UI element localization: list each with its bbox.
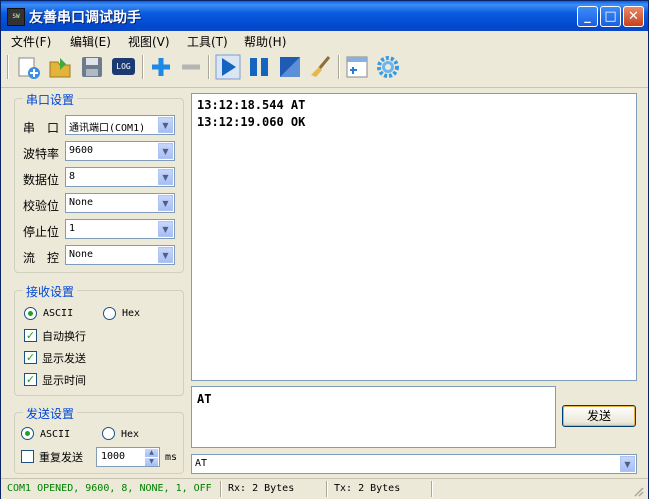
stop-icon[interactable]: [277, 54, 303, 80]
toolbar-separator: [338, 55, 340, 79]
auto-wrap-label: 自动换行: [42, 330, 86, 343]
port-label: 串 口: [23, 121, 60, 135]
status-divider: [220, 481, 222, 497]
stopbits-value: 1: [69, 223, 76, 234]
repeat-send-checkbox[interactable]: [21, 450, 34, 463]
menu-bar: 文件(F) 编辑(E) 视图(V) 工具(T) 帮助(H): [1, 31, 648, 49]
port-select[interactable]: 通讯端口(COM1) ▼: [65, 115, 175, 135]
status-divider: [431, 481, 433, 497]
interval-value: 1000: [101, 451, 126, 462]
send-textarea[interactable]: AT: [191, 386, 556, 448]
plus-icon[interactable]: [148, 54, 174, 80]
minus-icon[interactable]: [178, 54, 204, 80]
rx-hex-radio[interactable]: [103, 307, 116, 320]
minimize-button[interactable]: _: [577, 6, 598, 27]
tx-hex-label: Hex: [121, 429, 140, 440]
parity-select[interactable]: None ▼: [65, 193, 175, 213]
close-button[interactable]: ✕: [623, 6, 644, 27]
chevron-down-icon[interactable]: ▼: [158, 143, 173, 159]
receive-line: 13:12:19.060 OK: [197, 115, 306, 129]
toolbar-grip: [7, 55, 9, 79]
auto-wrap-checkbox[interactable]: ✓: [24, 329, 37, 342]
baud-select[interactable]: 9600 ▼: [65, 141, 175, 161]
receive-settings-title: 接收设置: [23, 283, 78, 300]
chevron-down-icon[interactable]: ▼: [620, 456, 635, 472]
stopbits-select[interactable]: 1 ▼: [65, 219, 175, 239]
tx-count: Tx: 2 Bytes: [334, 483, 401, 494]
save-icon[interactable]: [79, 54, 105, 80]
chevron-down-icon[interactable]: ▼: [158, 117, 173, 133]
rx-count: Rx: 2 Bytes: [228, 483, 295, 494]
chevron-down-icon[interactable]: ▼: [158, 169, 173, 185]
spin-down-icon[interactable]: ▼: [145, 458, 158, 466]
menu-tools[interactable]: 工具(T): [187, 33, 228, 50]
send-text: AT: [197, 392, 212, 406]
rx-ascii-label: ASCII: [43, 308, 74, 319]
show-send-label: 显示发送: [42, 352, 86, 365]
menu-view[interactable]: 视图(V): [128, 33, 170, 50]
flow-control-label: 流 控: [23, 251, 60, 265]
rx-hex-label: Hex: [122, 308, 141, 319]
tx-hex-radio[interactable]: [102, 427, 115, 440]
title-bar[interactable]: SW 友善串口调试助手 _ □ ✕: [1, 1, 648, 31]
databits-select[interactable]: 8 ▼: [65, 167, 175, 187]
baud-value: 9600: [69, 145, 94, 156]
databits-label: 数据位: [23, 173, 60, 187]
pause-icon[interactable]: [246, 54, 272, 80]
send-button[interactable]: 发送: [562, 405, 636, 427]
parity-label: 校验位: [23, 199, 60, 213]
send-history-value: AT: [195, 458, 208, 469]
toolbar-separator: [208, 55, 210, 79]
serial-settings-title: 串口设置: [23, 91, 78, 108]
app-icon: SW: [7, 8, 25, 26]
window-icon[interactable]: [344, 54, 370, 80]
menu-edit[interactable]: 编辑(E): [70, 33, 111, 50]
status-divider: [326, 481, 328, 497]
tx-ascii-label: ASCII: [40, 429, 71, 440]
stopbits-label: 停止位: [23, 225, 60, 239]
flow-control-value: None: [69, 249, 94, 260]
spin-up-icon[interactable]: ▲: [145, 449, 158, 457]
toolbar-separator: [142, 55, 144, 79]
repeat-send-label: 重复发送: [39, 451, 83, 464]
app-window: SW 友善串口调试助手 _ □ ✕ 文件(F) 编辑(E) 视图(V) 工具(T…: [0, 0, 649, 499]
send-settings-title: 发送设置: [23, 405, 78, 422]
maximize-button[interactable]: □: [600, 6, 621, 27]
menu-file[interactable]: 文件(F): [11, 33, 51, 50]
chevron-down-icon[interactable]: ▼: [158, 221, 173, 237]
open-file-icon[interactable]: [47, 54, 73, 80]
parity-value: None: [69, 197, 94, 208]
log-icon-label: LOG: [112, 58, 135, 75]
databits-value: 8: [69, 171, 76, 182]
receive-textarea[interactable]: 13:12:18.544 AT 13:12:19.060 OK: [191, 93, 637, 381]
play-icon[interactable]: [215, 54, 241, 80]
receive-line: 13:12:18.544 AT: [197, 98, 306, 112]
baud-label: 波特率: [23, 147, 60, 161]
tx-ascii-radio[interactable]: [21, 427, 34, 440]
show-time-checkbox[interactable]: ✓: [24, 373, 37, 386]
window-title: 友善串口调试助手: [29, 10, 141, 26]
interval-unit: ms: [165, 452, 178, 463]
broom-icon[interactable]: [308, 54, 334, 80]
port-status: COM1 OPENED, 9600, 8, NONE, 1, OFF: [7, 483, 212, 494]
toolbar: LOG: [1, 49, 648, 88]
chevron-down-icon[interactable]: ▼: [158, 247, 173, 263]
gear-icon[interactable]: [375, 54, 401, 80]
flow-control-select[interactable]: None ▼: [65, 245, 175, 265]
show-time-label: 显示时间: [42, 374, 86, 387]
show-send-checkbox[interactable]: ✓: [24, 351, 37, 364]
log-icon[interactable]: LOG: [111, 54, 137, 80]
resize-grip-icon[interactable]: [632, 485, 644, 497]
port-value: 通讯端口(COM1): [69, 123, 146, 134]
send-history-select[interactable]: AT ▼: [191, 454, 637, 474]
menu-help[interactable]: 帮助(H): [244, 33, 286, 50]
receive-settings-group: 接收设置: [14, 283, 184, 396]
status-bar: COM1 OPENED, 9600, 8, NONE, 1, OFF Rx: 2…: [1, 478, 648, 499]
new-file-icon[interactable]: [15, 54, 41, 80]
chevron-down-icon[interactable]: ▼: [158, 195, 173, 211]
rx-ascii-radio[interactable]: [24, 307, 37, 320]
interval-spinbox[interactable]: 1000 ▲ ▼: [96, 447, 160, 467]
